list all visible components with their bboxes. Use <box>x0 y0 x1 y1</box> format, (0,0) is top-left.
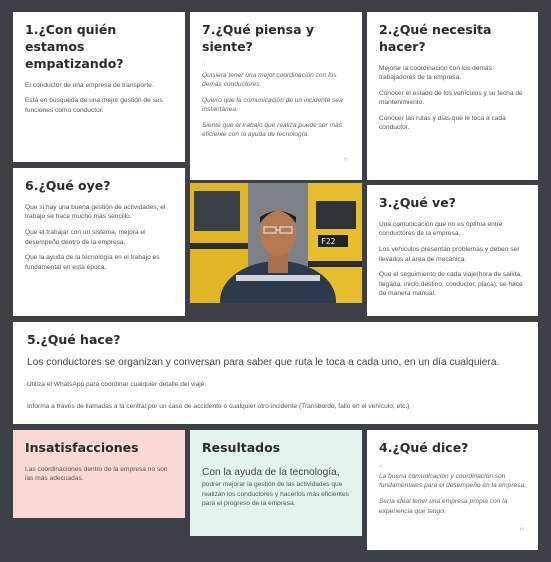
card-que-hace: 5.¿Qué hace? Los conductores se organiza… <box>13 322 538 424</box>
card-que-oye: 6.¿Qué oye? Que si hay una buena gestión… <box>13 168 185 316</box>
card-lead-text: Con la ayuda de la tecnología, <box>202 466 340 478</box>
card-necesita-hacer: 2.¿Qué necesita hacer? Mejorar la coordi… <box>367 12 538 180</box>
card-text: Con la ayuda de la tecnología, podrer me… <box>202 465 350 509</box>
card-title: 3.¿Qué ve? <box>379 195 456 210</box>
card-insatisfacciones: Insatisfacciones Las coordinaciones dent… <box>13 430 185 518</box>
card-text: Mejorar la coordinación con los demás tr… <box>379 64 492 82</box>
card-piensa-siente: 7.¿Qué piensa y siente? “ Quisiera tener… <box>190 12 362 180</box>
quote-text: La buena comunicación y coordinación son… <box>379 472 526 490</box>
card-text: Conocer las rutas y días que le toca a c… <box>379 114 506 132</box>
card-text: Está en búsqueda de una mejor gestión de… <box>25 97 163 114</box>
card-text: Que la ayuda de la tecnología en el trab… <box>25 254 160 271</box>
svg-text:F22: F22 <box>321 237 336 246</box>
card-title: 6.¿Qué oye? <box>25 178 111 193</box>
card-que-dice: 4.¿Qué dice? “ La buena comunicación y c… <box>367 430 538 550</box>
card-text: Que el seguimiento de cada viaje(hora de… <box>379 271 523 298</box>
card-resultados: Resultados Con la ayuda de la tecnología… <box>190 430 362 536</box>
card-lead-text: Los conductores se organizan y conversan… <box>27 356 500 368</box>
quote-text: Sería ideal tener una empresa propia con… <box>379 497 508 515</box>
card-que-ve: 3.¿Qué ve? Una comunicación que no es óp… <box>367 185 538 316</box>
bus-driver-illustration: F22 <box>190 183 362 303</box>
card-title: 7.¿Qué piensa y siente? <box>202 22 315 54</box>
quote-open-icon: “ <box>379 462 383 475</box>
card-text: El conductor de una empresa de transport… <box>25 81 154 89</box>
card-text: Informa a través de llamadas a la centra… <box>27 402 410 410</box>
card-text: Conocer el estado de los vehículos y su … <box>379 89 523 107</box>
card-title: 2.¿Qué necesita hacer? <box>379 22 492 54</box>
card-text: Las coordinaciones dentro de la empresa … <box>25 465 168 483</box>
card-text-rest: podrer mejorar la gestión de las activid… <box>202 481 349 508</box>
quote-close-icon: ” <box>343 154 348 170</box>
card-text: Que el trabajar con un sistema, mejora e… <box>25 228 146 246</box>
bus-driver-photo: F22 <box>190 183 362 303</box>
quote-text: Quisiera tener una mejor coordinación co… <box>202 71 337 89</box>
quote-text: Quiero que la comunicación de un inciden… <box>202 96 343 114</box>
card-text: Que si hay una buena gestión de activida… <box>25 203 166 221</box>
card-title: 1.¿Con quién estamos empatizando? <box>25 22 124 71</box>
card-title: Insatisfacciones <box>25 440 139 455</box>
card-title: 4.¿Qué dice? <box>379 440 469 455</box>
card-empatizando: 1.¿Con quién estamos empatizando? El con… <box>13 12 185 162</box>
quote-open-icon: “ <box>202 61 206 74</box>
card-text: Utiliza el WhatsApp para coordinar cualq… <box>27 381 207 389</box>
quote-close-icon: ” <box>519 524 524 540</box>
quote-text: Siente que el trabajo que realiza puede … <box>202 121 343 139</box>
card-title: 5.¿Qué hace? <box>27 332 121 347</box>
card-text: Los vehículos presentan problemas y debe… <box>379 245 520 263</box>
card-text: Una comunicación que no es óptima entre … <box>379 220 503 238</box>
card-title: Resultados <box>202 440 281 455</box>
